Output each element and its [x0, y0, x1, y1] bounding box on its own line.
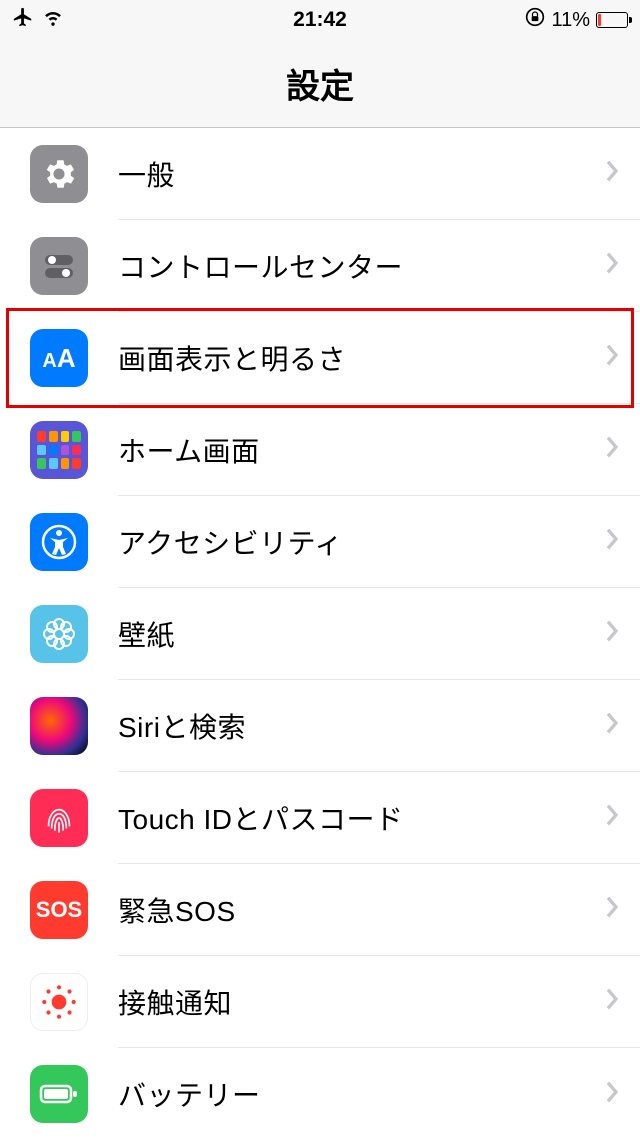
row-label: 壁紙	[118, 614, 604, 654]
row-control-center[interactable]: コントロールセンター	[0, 220, 640, 312]
battery-icon	[596, 12, 628, 28]
gear-icon	[30, 145, 88, 203]
status-bar: 21:42 11%	[0, 0, 640, 40]
chevron-right-icon	[604, 803, 620, 832]
row-emergency-sos[interactable]: SOS 緊急SOS	[0, 864, 640, 956]
row-label: 一般	[118, 154, 604, 194]
battery-percent: 11%	[551, 9, 590, 32]
status-time: 21:42	[293, 8, 347, 32]
row-exposure-notification[interactable]: 接触通知	[0, 956, 640, 1048]
row-label: 緊急SOS	[118, 890, 604, 930]
row-display-brightness[interactable]: AA 画面表示と明るさ	[0, 312, 640, 404]
row-label: バッテリー	[118, 1074, 604, 1114]
status-left	[12, 6, 64, 34]
flower-icon	[30, 605, 88, 663]
row-label: 画面表示と明るさ	[118, 338, 604, 378]
sos-icon: SOS	[30, 881, 88, 939]
chevron-right-icon	[604, 435, 620, 464]
row-touchid-passcode[interactable]: Touch IDとパスコード	[0, 772, 640, 864]
page-title: 設定	[286, 59, 354, 108]
row-home-screen[interactable]: ホーム画面	[0, 404, 640, 496]
chevron-right-icon	[604, 159, 620, 188]
row-battery[interactable]: バッテリー	[0, 1048, 640, 1140]
row-label: Touch IDとパスコード	[118, 798, 604, 838]
row-label: アクセシビリティ	[118, 522, 604, 562]
toggles-icon	[30, 237, 88, 295]
row-label: コントロールセンター	[118, 246, 604, 286]
status-right: 11%	[525, 7, 628, 33]
chevron-right-icon	[604, 1080, 620, 1109]
text-size-icon: AA	[30, 329, 88, 387]
row-label: Siriと検索	[118, 706, 604, 746]
siri-icon	[30, 697, 88, 755]
wifi-icon	[42, 7, 64, 33]
accessibility-icon	[30, 513, 88, 571]
home-grid-icon	[30, 421, 88, 479]
battery-icon	[30, 1065, 88, 1123]
nav-header: 設定	[0, 40, 640, 128]
fingerprint-icon	[30, 789, 88, 847]
airplane-icon	[12, 6, 34, 34]
row-label: ホーム画面	[118, 430, 604, 470]
row-wallpaper[interactable]: 壁紙	[0, 588, 640, 680]
chevron-right-icon	[604, 527, 620, 556]
chevron-right-icon	[604, 711, 620, 740]
chevron-right-icon	[604, 343, 620, 372]
row-accessibility[interactable]: アクセシビリティ	[0, 496, 640, 588]
chevron-right-icon	[604, 251, 620, 280]
row-general[interactable]: 一般	[0, 128, 640, 220]
chevron-right-icon	[604, 895, 620, 924]
exposure-icon	[30, 973, 88, 1031]
chevron-right-icon	[604, 987, 620, 1016]
settings-list: 一般 コントロールセンター AA 画面表示と明るさ	[0, 128, 640, 1140]
row-label: 接触通知	[118, 982, 604, 1022]
chevron-right-icon	[604, 619, 620, 648]
orientation-lock-icon	[525, 7, 545, 33]
row-siri-search[interactable]: Siriと検索	[0, 680, 640, 772]
